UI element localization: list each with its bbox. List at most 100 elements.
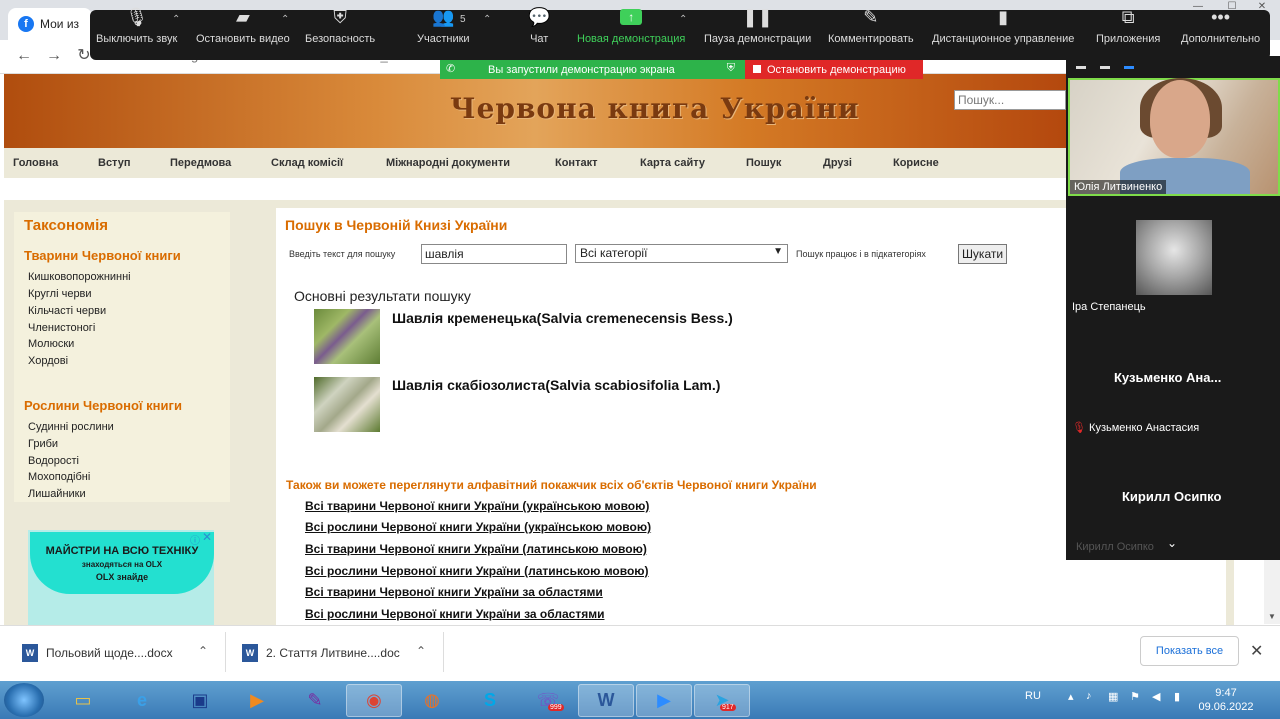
volume-icon[interactable]: ♪ [1086,690,1092,702]
menu-item-commission[interactable]: Склад комісії [271,157,343,169]
participants-count: 5 [460,14,466,25]
stop-share-button[interactable]: Остановить демонстрацию [745,60,923,79]
search-button[interactable]: Шукати [958,244,1007,264]
tray-expand-icon[interactable]: ▴ [1068,690,1074,703]
flag-icon[interactable]: ⚑ [1130,690,1140,703]
menu-item-useful[interactable]: Корисне [893,157,939,169]
sidebar-item-coelenterates[interactable]: Кишковопорожнинні [28,271,131,283]
skype-icon[interactable]: S [462,684,518,717]
media-player-icon[interactable]: ▶ [229,684,285,717]
stop-video-button[interactable]: ▰ Остановить видео [196,0,290,50]
signal-icon[interactable]: ▮ [1174,690,1180,703]
menu-item-search[interactable]: Пошук [746,157,781,169]
sidebar-item-fungi[interactable]: Гриби [28,438,58,450]
word-icon[interactable]: W [578,684,634,717]
file-explorer-icon[interactable]: ▭ [55,684,111,717]
strip-view-icon[interactable] [1100,66,1110,69]
security-button[interactable]: ⛨ Безопасность [305,0,375,50]
sidebar-item-roundworms[interactable]: Круглі черви [28,288,92,300]
chat-label: Чат [530,33,549,45]
browser-tab[interactable]: f Мои из [8,8,92,40]
chevron-up-icon[interactable]: ⌃ [679,14,687,25]
back-arrow-icon[interactable]: ← [14,46,34,66]
chevron-up-icon[interactable]: ⌃ [483,14,491,25]
annotate-button[interactable]: ✎ Комментировать [828,0,914,50]
index-link[interactable]: Всі рослини Червоної книги України за об… [305,607,604,621]
clock-date: 09.06.2022 [1198,701,1254,713]
speaker-icon[interactable]: ◀ [1152,690,1160,703]
mute-button[interactable]: 🎙 Выключить звук [96,0,177,50]
participants-button[interactable]: 👥 Участники [417,0,470,50]
minimize-panel-icon[interactable] [1076,66,1086,69]
menu-item-preface[interactable]: Передмова [170,157,231,169]
chevron-up-icon[interactable]: ⌃ [198,644,208,658]
download-item[interactable]: W 2. Стаття Литвине....doc [242,644,400,662]
index-link[interactable]: Всі тварини Червоної книги України за об… [305,585,603,599]
search-query-input[interactable]: шавлія [421,244,567,264]
participant-avatar [1136,220,1212,295]
category-select-value: Всі категорії [580,246,648,260]
chevron-up-icon[interactable]: ⌃ [281,14,289,25]
sidebar-item-vascular[interactable]: Судинні рослини [28,421,114,433]
index-link[interactable]: Всі рослини Червоної книги України (лати… [305,564,649,578]
chat-button[interactable]: 💬 Чат [528,0,550,50]
telegram-icon[interactable]: ➤ [694,684,750,717]
result-thumbnail[interactable] [314,309,380,364]
close-icon[interactable]: ✕ [1250,641,1263,661]
network-icon[interactable]: ▦ [1108,690,1118,703]
index-link[interactable]: Всі тварини Червоної книги України (лати… [305,542,647,556]
internet-explorer-icon[interactable]: e [114,684,170,717]
menu-item-documents[interactable]: Міжнародні документи [386,157,510,169]
pause-icon: ❚❚ [742,7,773,27]
apps-button[interactable]: ⧉ Приложения [1096,0,1160,50]
remote-control-button[interactable]: ▮ Дистанционное управление [932,0,1074,50]
index-link[interactable]: Всі рослини Червоної книги України (укра… [305,520,651,534]
firefox-icon[interactable]: ◍ [404,684,460,717]
site-search-input[interactable]: Пошук... [954,90,1066,110]
menu-item-home[interactable]: Головна [13,157,58,169]
new-share-button[interactable]: ↑ Новая демонстрация [577,0,685,50]
gallery-view-icon[interactable] [1124,66,1134,69]
pause-share-button[interactable]: ❚❚ Пауза демонстрации [704,0,811,50]
result-link[interactable]: Шавлія скабіозолиста(Salvia scabiosifoli… [392,377,720,393]
panel-layout-controls[interactable] [1076,62,1134,69]
menu-item-contact[interactable]: Контакт [555,157,597,169]
chevron-up-icon[interactable]: ⌃ [172,14,180,25]
stop-video-label: Остановить видео [196,33,290,45]
chevron-up-icon[interactable]: ⌃ [416,644,426,658]
sidebar-item-mosses[interactable]: Мохоподібні [28,471,90,483]
ad-info-icon[interactable]: ⓘ [190,532,200,547]
sidebar-item-annelids[interactable]: Кільчасті черви [28,305,106,317]
sidebar-item-arthropods[interactable]: Членистоногі [28,322,95,334]
result-thumbnail[interactable] [314,377,380,432]
scroll-down-icon[interactable]: ▼ [1268,612,1276,621]
sidebar-item-mollusks[interactable]: Молюски [28,338,74,350]
start-button[interactable] [4,683,44,717]
menu-item-friends[interactable]: Друзі [823,157,852,169]
language-indicator[interactable]: RU [1025,690,1041,702]
floppy-save-icon[interactable]: ▣ [172,684,228,717]
more-button[interactable]: ••• Дополнительно [1181,0,1260,50]
index-link[interactable]: Всі тварини Червоної книги України (укра… [305,499,649,513]
download-item[interactable]: W Польовий щоде....docx [22,644,173,662]
alphabetical-index-note: Також ви можете переглянути алфавітний п… [286,478,817,492]
system-clock[interactable]: 9:47 09.06.2022 [1196,686,1256,714]
category-select[interactable]: Всі категорії ▼ [575,244,788,263]
ad-close-icon[interactable]: ✕ [202,530,212,544]
sidebar-item-lichens[interactable]: Лишайники [28,488,86,500]
result-link[interactable]: Шавлія кременецька(Salvia cremenecensis … [392,310,733,326]
pen-app-icon[interactable]: ✎ [287,684,343,717]
ad-banner[interactable]: МАЙСТРИ НА ВСЮ ТЕХНІКУ знаходяться на OL… [30,532,214,594]
sidebar-animals-title[interactable]: Тварини Червоної книги [24,248,181,263]
zoom-icon[interactable]: ▶ [636,684,692,717]
menu-item-intro[interactable]: Вступ [98,157,130,169]
viber-icon[interactable]: ☏ [520,684,576,717]
forward-arrow-icon[interactable]: → [44,46,64,66]
chevron-down-icon[interactable]: ⌄ [1167,536,1177,550]
menu-item-sitemap[interactable]: Карта сайту [640,157,705,169]
sidebar-item-algae[interactable]: Водорості [28,455,79,467]
sidebar-plants-title[interactable]: Рослини Червоної книги [24,398,182,413]
chrome-icon[interactable]: ◉ [346,684,402,717]
show-all-button[interactable]: Показать все [1140,636,1239,666]
sidebar-item-chordates[interactable]: Хордові [28,355,68,367]
